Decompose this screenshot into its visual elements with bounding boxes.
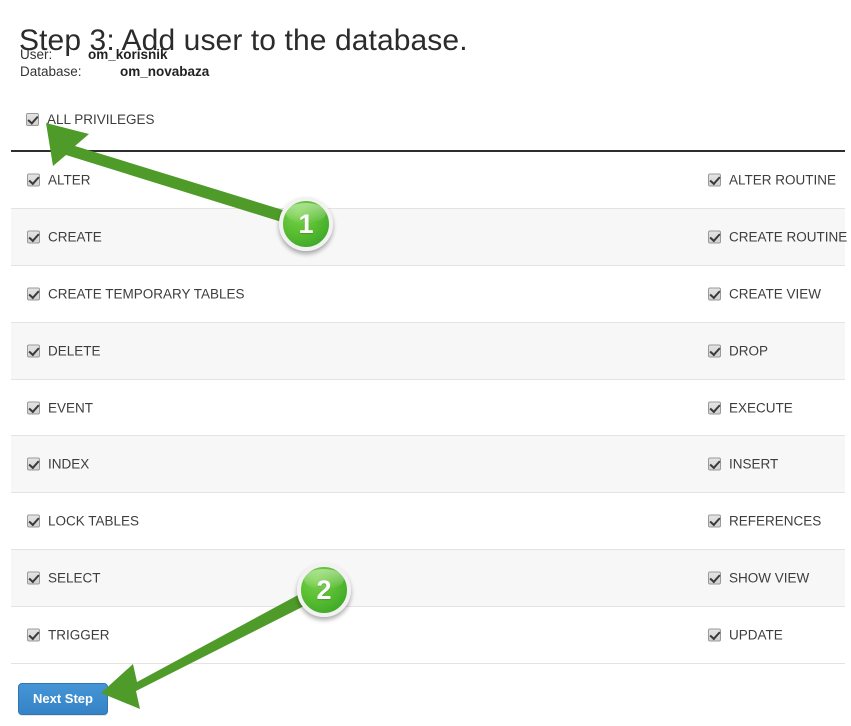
table-row: INDEX INSERT (11, 436, 845, 494)
checkbox-icon[interactable] (27, 628, 40, 642)
checkbox-icon[interactable] (708, 344, 721, 358)
table-row: ALTER ALTER ROUTINE (11, 152, 845, 209)
table-row: SELECT SHOW VIEW (11, 550, 845, 608)
checkbox-icon[interactable] (27, 287, 40, 301)
checkbox-icon[interactable] (708, 401, 721, 414)
checkbox-label: DELETE (48, 343, 101, 359)
checkbox-label: LOCK TABLES (48, 513, 140, 529)
table-row: LOCK TABLES REFERENCES (11, 493, 845, 551)
checkbox-icon[interactable] (708, 457, 721, 471)
checkbox-label: EVENT (48, 400, 94, 415)
database-row: Database: om_novabaza (20, 63, 209, 80)
checkbox-label: DROP (729, 343, 769, 359)
checkbox-label: CREATE ROUTINE (729, 229, 848, 245)
checkbox-icon[interactable] (27, 401, 40, 414)
checkbox-label: CREATE VIEW (729, 286, 822, 302)
checkbox-label: ALL PRIVILEGES (47, 112, 155, 127)
checkbox-label: UPDATE (729, 627, 783, 643)
checkbox-privilege[interactable]: LOCK TABLES (27, 514, 139, 529)
table-row: TRIGGER UPDATE (11, 607, 845, 665)
account-summary: User: om_korisnik Database: om_novabaza (20, 46, 209, 80)
user-value: om_korisnik (88, 47, 168, 62)
checkbox-privilege[interactable]: UPDATE (708, 628, 783, 643)
checkbox-label: CREATE (48, 229, 102, 245)
table-row: DELETE DROP (11, 322, 845, 380)
checkbox-privilege[interactable]: INDEX (27, 457, 89, 472)
checkbox-label: ALTER ROUTINE (729, 172, 837, 188)
checkbox-icon[interactable] (27, 514, 40, 528)
checkbox-icon[interactable] (708, 514, 721, 528)
checkbox-label: TRIGGER (48, 627, 110, 643)
checkbox-icon[interactable] (26, 113, 39, 126)
database-label: Database: (20, 64, 82, 79)
checkbox-privilege[interactable]: REFERENCES (708, 514, 821, 529)
checkbox-label: INDEX (48, 456, 90, 472)
checkbox-label: SELECT (48, 570, 101, 586)
checkbox-all-privileges[interactable]: ALL PRIVILEGES (26, 112, 155, 127)
checkbox-privilege[interactable]: ALTER (27, 172, 91, 187)
user-row: User: om_korisnik (20, 46, 209, 63)
checkbox-privilege[interactable]: CREATE (27, 229, 102, 244)
checkbox-privilege[interactable]: CREATE ROUTINE (708, 229, 847, 244)
table-row: CREATE TEMPORARY TABLES CREATE VIEW (11, 265, 845, 323)
checkbox-privilege[interactable]: TRIGGER (27, 628, 110, 643)
database-value: om_novabaza (120, 64, 210, 79)
checkbox-privilege[interactable]: DROP (708, 343, 768, 358)
checkbox-label: ALTER (48, 172, 91, 188)
checkbox-label: SHOW VIEW (729, 570, 810, 586)
checkbox-icon[interactable] (708, 571, 721, 585)
checkbox-icon[interactable] (27, 173, 40, 187)
checkbox-label: INSERT (729, 456, 779, 472)
user-label: User: (20, 47, 53, 62)
checkbox-icon[interactable] (27, 571, 40, 585)
checkbox-icon[interactable] (708, 287, 721, 301)
checkbox-privilege[interactable]: SELECT (27, 571, 101, 586)
table-row: EVENT EXECUTE (11, 379, 845, 437)
checkbox-privilege[interactable]: EXECUTE (708, 400, 793, 415)
checkbox-icon[interactable] (27, 230, 40, 244)
privileges-table: ALTER ALTER ROUTINE CREATE CREATE ROUTINE CR… (11, 150, 847, 665)
checkbox-label: CREATE TEMPORARY TABLES (48, 286, 245, 302)
next-step-button[interactable]: Next Step (18, 683, 108, 715)
checkbox-privilege[interactable]: INSERT (708, 457, 778, 472)
checkbox-icon[interactable] (27, 457, 40, 471)
checkbox-privilege[interactable]: SHOW VIEW (708, 571, 809, 586)
checkbox-icon[interactable] (27, 344, 40, 358)
checkbox-label: REFERENCES (729, 513, 822, 529)
checkbox-privilege[interactable]: CREATE TEMPORARY TABLES (27, 286, 245, 301)
checkbox-privilege[interactable]: CREATE VIEW (708, 286, 821, 301)
checkbox-privilege[interactable]: ALTER ROUTINE (708, 172, 836, 187)
table-row: CREATE CREATE ROUTINE (11, 208, 847, 266)
checkbox-privilege[interactable]: EVENT (27, 400, 93, 415)
checkbox-icon[interactable] (708, 628, 721, 642)
checkbox-icon[interactable] (708, 230, 721, 244)
checkbox-label: EXECUTE (729, 400, 793, 415)
checkbox-privilege[interactable]: DELETE (27, 343, 101, 358)
checkbox-icon[interactable] (708, 173, 721, 187)
